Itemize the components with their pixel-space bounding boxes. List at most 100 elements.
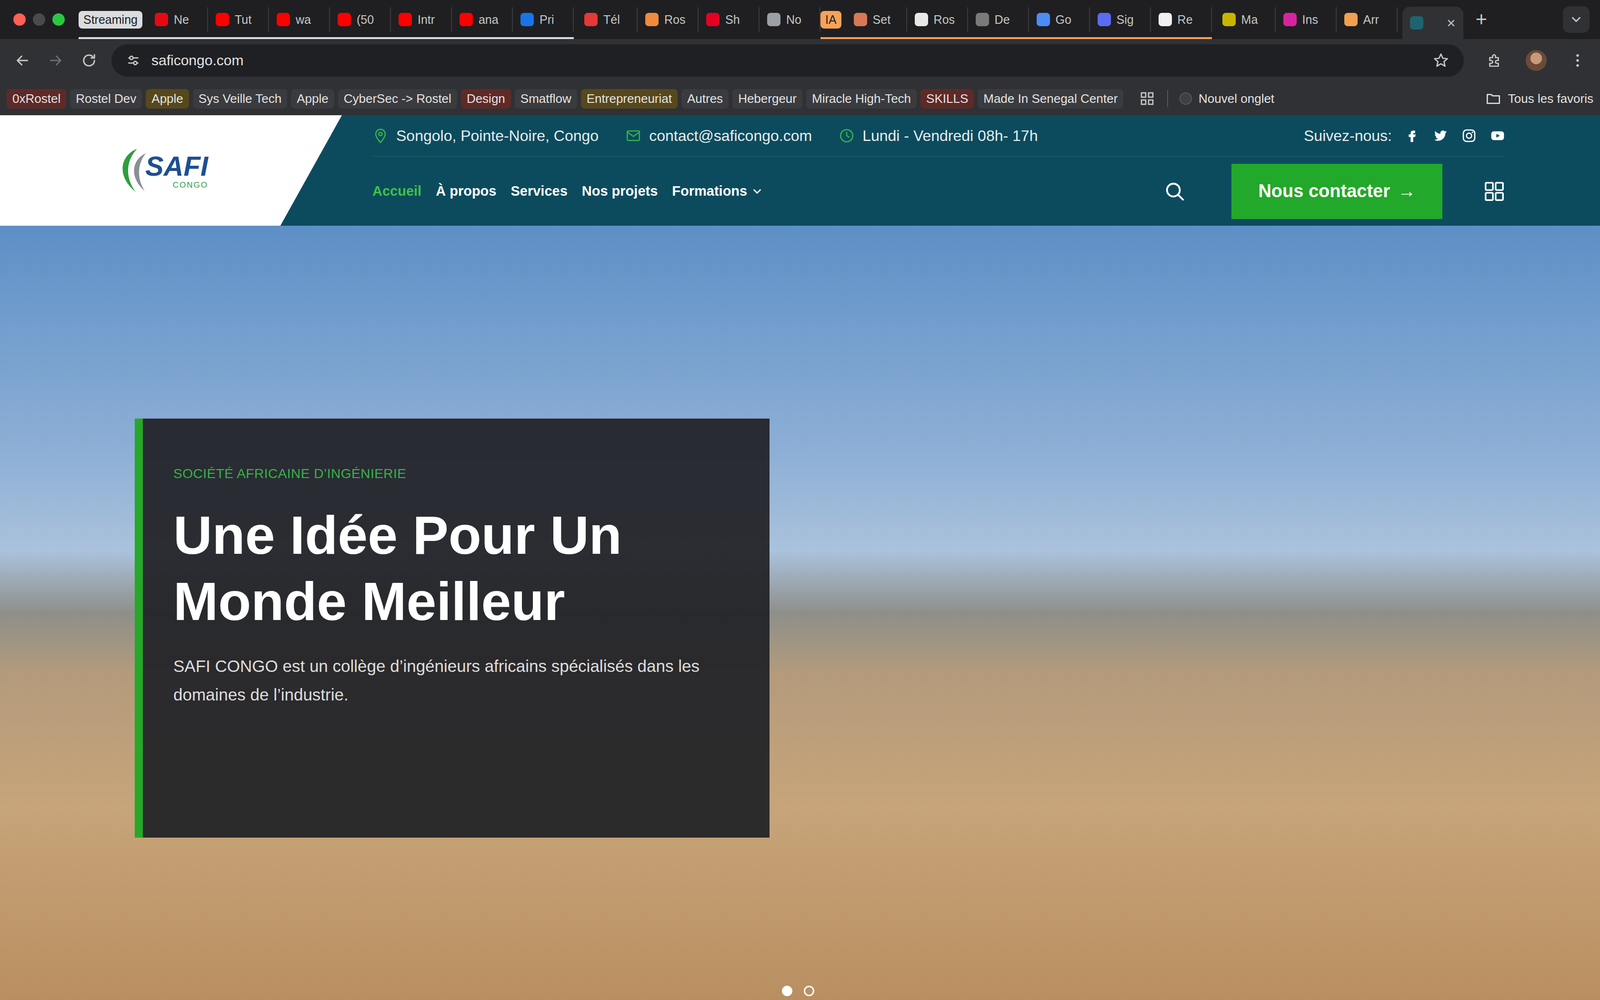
- favicon-icon: [1344, 12, 1358, 27]
- tab[interactable]: Set: [846, 7, 908, 32]
- tab-title: Ne: [173, 12, 190, 27]
- contact-item: Songolo, Pointe-Noire, Congo: [372, 127, 599, 145]
- favicon-icon: [459, 12, 473, 27]
- search-icon[interactable]: [1163, 180, 1186, 203]
- nav-link[interactable]: Services: [510, 183, 568, 200]
- tab[interactable]: wa: [269, 7, 330, 32]
- tab[interactable]: Tut: [208, 7, 270, 32]
- address-bar[interactable]: saficongo.com: [111, 44, 1464, 77]
- close-window-button[interactable]: [13, 13, 26, 26]
- tab[interactable]: Ma: [1214, 7, 1276, 32]
- zoom-window-button[interactable]: [52, 13, 65, 26]
- bookmark-folder[interactable]: Design: [460, 89, 511, 109]
- tab[interactable]: Ros: [907, 7, 969, 32]
- instagram-icon[interactable]: [1461, 128, 1477, 144]
- favicon-icon: [1036, 12, 1050, 27]
- tab[interactable]: Go: [1029, 7, 1090, 32]
- minimize-window-button[interactable]: [32, 13, 46, 26]
- extensions-button[interactable]: [1481, 47, 1508, 74]
- bookmark-folder[interactable]: SKILLS: [920, 89, 974, 109]
- slider-dot[interactable]: [781, 985, 793, 997]
- kebab-menu-icon: [1569, 51, 1587, 70]
- favicon-icon: [767, 12, 781, 27]
- youtube-icon[interactable]: [1490, 128, 1506, 144]
- tab-title: Go: [1055, 12, 1072, 27]
- close-tab-button[interactable]: ×: [1446, 15, 1456, 31]
- tab-title: Ins: [1302, 12, 1319, 27]
- slider-dot[interactable]: [803, 985, 815, 997]
- facebook-icon[interactable]: [1404, 128, 1420, 144]
- logo[interactable]: SAFICONGO: [114, 141, 209, 200]
- tab-title: Sh: [725, 12, 740, 27]
- bookmark-folder[interactable]: Rostel Dev: [70, 89, 142, 109]
- tab-title: Sig: [1116, 12, 1134, 27]
- favicon-icon: [1097, 12, 1111, 27]
- bookmark-folder[interactable]: Made In Senegal Center: [977, 89, 1124, 109]
- site-header: SAFICONGOSongolo, Pointe-Noire, Congocon…: [0, 115, 1600, 226]
- twitter-icon[interactable]: [1432, 128, 1449, 144]
- clock-icon: [838, 127, 855, 144]
- logo-subtitle: CONGO: [172, 180, 209, 190]
- tab[interactable]: No: [759, 7, 821, 32]
- profile-avatar[interactable]: [1525, 50, 1547, 71]
- url-text[interactable]: saficongo.com: [151, 52, 244, 69]
- tab[interactable]: Pri: [512, 7, 574, 32]
- bookmark-folder[interactable]: Apple: [145, 89, 190, 109]
- reload-button[interactable]: [76, 47, 102, 74]
- grid-menu-icon[interactable]: [1483, 180, 1506, 203]
- tab-group-label[interactable]: Streaming: [78, 10, 143, 29]
- tab-title: Arr: [1363, 12, 1380, 27]
- nav-link[interactable]: Nos projets: [581, 183, 659, 200]
- tab[interactable]: Re: [1150, 7, 1212, 32]
- tab[interactable]: Ins: [1275, 7, 1337, 32]
- bookmark-folder[interactable]: Miracle High-Tech: [806, 89, 917, 109]
- follow-label: Suivez-nous:: [1303, 127, 1392, 145]
- nav-link[interactable]: Formations: [671, 183, 764, 200]
- nav-link[interactable]: Accueil: [372, 183, 422, 200]
- tab-group-label[interactable]: IA: [820, 10, 842, 29]
- contact-button[interactable]: Nous contacter→: [1231, 163, 1443, 220]
- tab-search-button[interactable]: [1562, 6, 1590, 33]
- bookmark-folder[interactable]: Apple: [290, 89, 335, 109]
- tab[interactable]: Ne: [147, 7, 209, 32]
- bookmark-star-icon[interactable]: [1432, 51, 1450, 70]
- bookmark[interactable]: Nouvel onglet: [1179, 91, 1275, 107]
- bookmark-folder[interactable]: 0xRostel: [6, 89, 67, 109]
- menu-button[interactable]: [1564, 47, 1591, 74]
- chevron-down-icon: [1569, 12, 1584, 27]
- tab[interactable]: Intr: [390, 7, 452, 32]
- apps-grid-icon[interactable]: [1138, 90, 1156, 108]
- new-tab-button[interactable]: +: [1475, 9, 1488, 30]
- favicon-icon: [154, 12, 169, 27]
- tab[interactable]: ana: [451, 7, 513, 32]
- favicon-icon: [1410, 16, 1424, 30]
- tab[interactable]: Ros: [637, 7, 699, 32]
- back-button[interactable]: [9, 47, 36, 74]
- forward-button[interactable]: [42, 47, 69, 74]
- tab[interactable]: Arr: [1336, 7, 1398, 32]
- favicon-icon: [584, 12, 598, 27]
- tab[interactable]: De: [968, 7, 1030, 32]
- tab-title: De: [994, 12, 1010, 27]
- browser-window: StreamingNeTutwa(50IntranaPriTélRosShNoI…: [0, 0, 1600, 1000]
- tab[interactable]: Sig: [1090, 7, 1151, 32]
- favicon-icon: [1222, 12, 1236, 27]
- bookmark-folder[interactable]: Autres: [681, 89, 729, 109]
- tab[interactable]: (50: [330, 7, 391, 32]
- nav-link[interactable]: À propos: [435, 183, 497, 200]
- tab[interactable]: Tél: [576, 7, 638, 32]
- bookmark-folder[interactable]: Hebergeur: [732, 89, 803, 109]
- site-settings-icon[interactable]: [125, 52, 141, 69]
- bookmark-folder[interactable]: Smatflow: [514, 89, 578, 109]
- tab[interactable]: ×: [1402, 6, 1464, 40]
- bookmark-folder[interactable]: CyberSec -> Rostel: [338, 89, 458, 109]
- tab-title: Ros: [933, 12, 955, 27]
- main-nav: Accueil À propos Services Nos projets Format…: [372, 156, 1506, 226]
- globe-icon: [1179, 92, 1192, 105]
- bookmark-folder[interactable]: Sys Veille Tech: [192, 89, 288, 109]
- bookmark-folder[interactable]: Entrepreneuriat: [580, 89, 678, 109]
- tab[interactable]: Sh: [698, 7, 760, 32]
- tab-title: Pri: [539, 12, 555, 27]
- favicon-icon: [520, 12, 534, 27]
- all-bookmarks-button[interactable]: Tous les favoris: [1485, 90, 1594, 107]
